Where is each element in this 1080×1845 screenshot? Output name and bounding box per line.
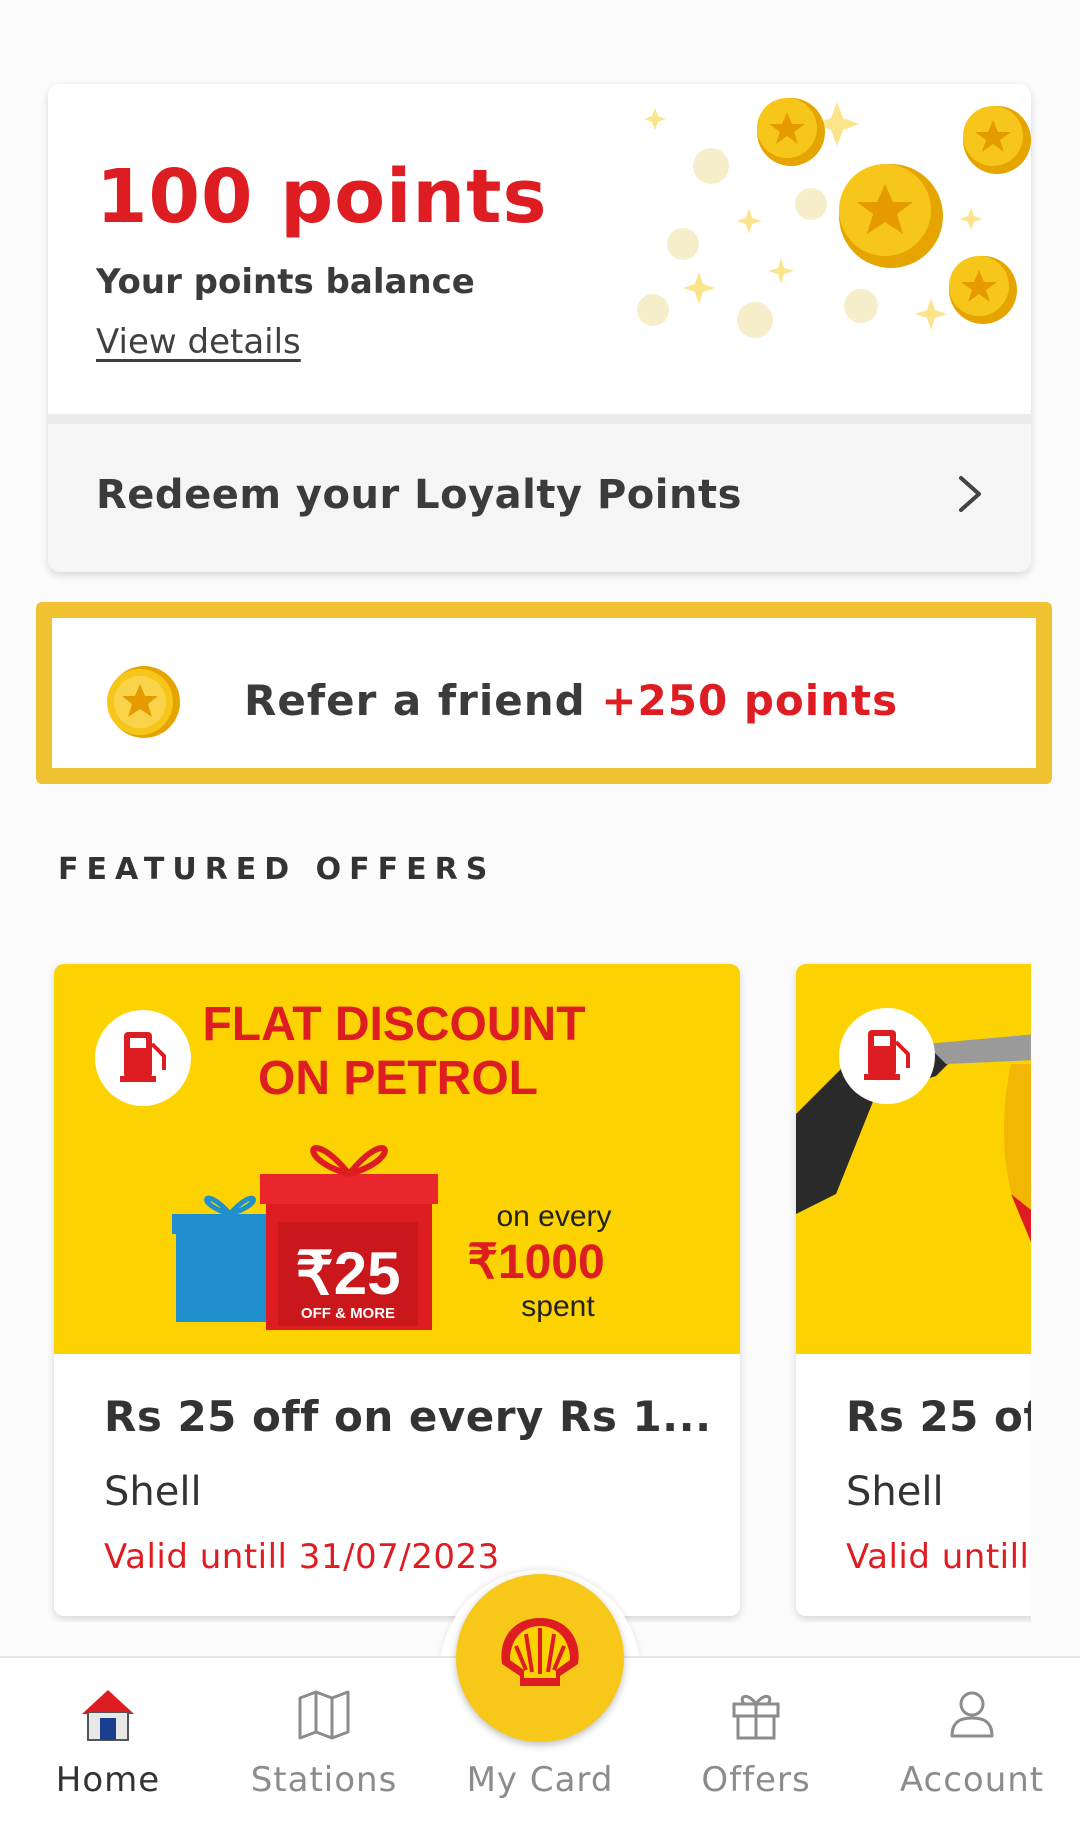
- points-summary: 100 points Your points balance View deta…: [48, 84, 1031, 414]
- banner-headline-2: ON PETROL: [258, 1052, 538, 1105]
- mycard-button[interactable]: [456, 1574, 624, 1742]
- offer-brand: Shell: [104, 1469, 202, 1515]
- offers-carousel[interactable]: FLAT DISCOUNT ON PETROL ₹25 OFF & MORE o…: [0, 962, 1031, 1622]
- gift-boxes-illustration: ₹25 OFF & MORE: [172, 1145, 438, 1330]
- offer-card[interactable]: Rs 25 of Shell Valid untill :: [796, 964, 1031, 1616]
- banner-spent: spent: [521, 1290, 595, 1323]
- refer-points: +250 points: [601, 676, 899, 725]
- banner-amount: ₹25: [296, 1240, 401, 1307]
- coin-icon: [107, 666, 180, 738]
- offer-validity: Valid untill 31/07/2023: [104, 1537, 500, 1577]
- nav-stations[interactable]: Stations: [216, 1658, 432, 1845]
- offer-banner-art: [796, 1008, 1031, 1242]
- offer-card[interactable]: FLAT DISCOUNT ON PETROL ₹25 OFF & MORE o…: [54, 964, 740, 1616]
- offer-title: Rs 25 of: [846, 1392, 1031, 1441]
- gift-icon: [732, 1695, 780, 1740]
- banner-amount-sub: OFF & MORE: [301, 1305, 395, 1322]
- banner-on-every: on every: [496, 1200, 611, 1233]
- offer-brand: Shell: [846, 1469, 944, 1515]
- redeem-label: Redeem your Loyalty Points: [96, 472, 742, 518]
- redeem-points-row[interactable]: Redeem your Loyalty Points: [48, 414, 1031, 572]
- offer-title: Rs 25 off on every Rs 1...: [104, 1392, 712, 1441]
- home-icon: [82, 1690, 134, 1741]
- points-card: 100 points Your points balance View deta…: [48, 84, 1031, 572]
- shell-logo-icon: [501, 1618, 579, 1686]
- nav-offers-label: Offers: [701, 1760, 811, 1800]
- nav-account-label: Account: [899, 1760, 1045, 1800]
- offer-banner: FLAT DISCOUNT ON PETROL ₹25 OFF & MORE o…: [54, 964, 740, 1354]
- nav-mycard-label: My Card: [466, 1760, 614, 1800]
- offer-banner-art: FLAT DISCOUNT ON PETROL ₹25 OFF & MORE o…: [95, 998, 612, 1330]
- nav-stations-label: Stations: [250, 1760, 398, 1800]
- nav-home-label: Home: [55, 1760, 161, 1800]
- refer-friend-text: Refer a friend +250 points: [244, 676, 898, 725]
- nav-account[interactable]: Account: [864, 1658, 1080, 1845]
- map-icon: [298, 1690, 350, 1740]
- nav-offers[interactable]: Offers: [648, 1658, 864, 1845]
- points-value: 100 points: [96, 154, 548, 240]
- offer-banner: [796, 964, 1031, 1354]
- user-icon: [950, 1691, 994, 1738]
- featured-offers-title: FEATURED OFFERS: [58, 852, 496, 887]
- offer-validity: Valid untill :: [846, 1537, 1031, 1577]
- refer-label: Refer a friend: [244, 676, 586, 725]
- banner-headline-1: FLAT DISCOUNT: [202, 998, 585, 1051]
- chevron-right-icon: [959, 476, 981, 512]
- banner-threshold: ₹1000: [467, 1236, 604, 1289]
- coins-illustration: [637, 98, 1031, 338]
- view-details-link[interactable]: View details: [96, 322, 301, 362]
- nav-home[interactable]: Home: [0, 1658, 216, 1845]
- refer-friend-row[interactable]: Refer a friend +250 points: [36, 602, 1052, 784]
- points-caption: Your points balance: [96, 262, 475, 302]
